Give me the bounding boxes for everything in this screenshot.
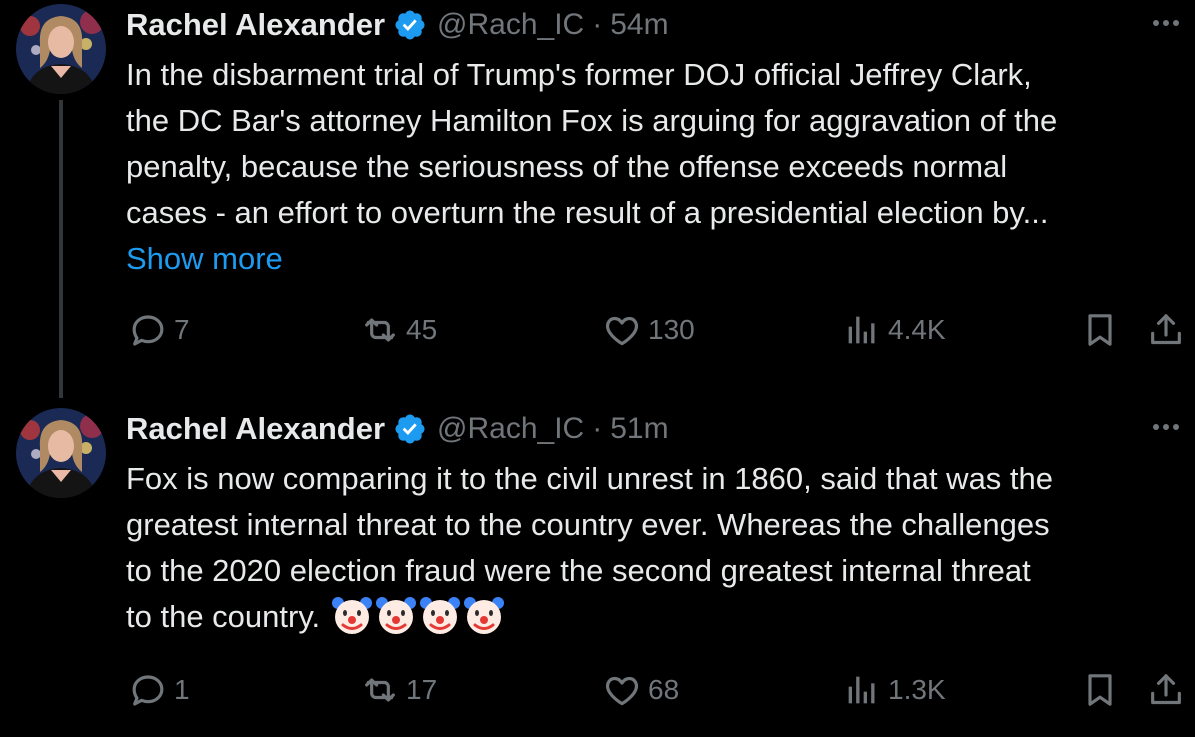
bookmark-icon [1080, 310, 1120, 350]
tweet[interactable]: Rachel Alexander @Rach_IC · 51m Fox is n… [0, 400, 1195, 737]
repost-icon [360, 310, 400, 350]
more-icon[interactable] [1149, 8, 1183, 38]
action-bar: 7 45 130 4.4K [0, 308, 1195, 352]
avatar[interactable] [16, 4, 106, 94]
views-button[interactable]: 1.3K [842, 668, 946, 712]
author-name[interactable]: Rachel Alexander [126, 411, 385, 447]
author-name[interactable]: Rachel Alexander [126, 7, 385, 43]
reply-icon [128, 670, 168, 710]
views-icon [842, 310, 882, 350]
author-handle[interactable]: @Rach_IC [437, 412, 584, 446]
tweet-text-line: Fox is now comparing it to the civil unr… [126, 461, 1054, 496]
show-more-link[interactable]: Show more [126, 236, 1188, 282]
tweet-text-line: In the disbarment trial of Trump's forme… [126, 57, 1032, 92]
views-button[interactable]: 4.4K [842, 308, 946, 352]
tweet-text: Fox is now comparing it to the civil unr… [126, 456, 1188, 640]
tweet-text-line: greatest internal threat to the country … [126, 507, 1050, 542]
views-count: 1.3K [888, 674, 946, 705]
clown-face-icon [331, 594, 373, 636]
like-icon [602, 670, 642, 710]
bookmark-button[interactable] [1080, 308, 1120, 352]
tweet-text: In the disbarment trial of Trump's forme… [126, 52, 1188, 282]
meta-separator: · [592, 8, 603, 41]
like-icon [602, 310, 642, 350]
like-count: 68 [648, 674, 680, 705]
reply-button[interactable]: 7 [128, 308, 190, 352]
repost-icon [360, 670, 400, 710]
action-bar: 1 17 68 1.3K [0, 668, 1195, 712]
share-icon [1146, 310, 1186, 350]
clown-face-icon [375, 594, 417, 636]
like-button[interactable]: 68 [602, 668, 679, 712]
clown-face-icon [463, 594, 505, 636]
repost-button[interactable]: 45 [360, 308, 437, 352]
tweet-text-line: the DC Bar's attorney Hamilton Fox is ar… [126, 103, 1058, 138]
repost-count: 17 [406, 674, 438, 705]
tweet-time[interactable]: 51m [610, 412, 668, 446]
verified-badge-icon [393, 8, 427, 42]
share-icon [1146, 670, 1186, 710]
tweet-text-line: to the 2020 election fraud were the seco… [126, 553, 1031, 588]
clown-face-icon [419, 594, 461, 636]
repost-button[interactable]: 17 [360, 668, 437, 712]
tweet-header: Rachel Alexander @Rach_IC · 51m [126, 404, 669, 454]
tweet[interactable]: Rachel Alexander @Rach_IC · 54m In the d… [0, 0, 1195, 400]
reply-icon [128, 310, 168, 350]
tweet-header: Rachel Alexander @Rach_IC · 54m [126, 0, 669, 50]
like-count: 130 [648, 314, 695, 345]
views-count: 4.4K [888, 314, 946, 345]
author-handle[interactable]: @Rach_IC [437, 8, 584, 42]
like-button[interactable]: 130 [602, 308, 695, 352]
views-icon [842, 670, 882, 710]
reply-count: 7 [174, 314, 190, 345]
tweet-text-line: penalty, because the seriousness of the … [126, 149, 1008, 184]
more-icon[interactable] [1149, 412, 1183, 442]
bookmark-icon [1080, 670, 1120, 710]
meta-separator: · [592, 412, 603, 445]
tweet-text-line: cases - an effort to overturn the result… [126, 195, 1049, 230]
tweet-text-line: to the country. [126, 594, 1188, 640]
reply-button[interactable]: 1 [128, 668, 190, 712]
share-button[interactable] [1146, 308, 1186, 352]
thread-connector [59, 100, 63, 398]
avatar[interactable] [16, 408, 106, 498]
share-button[interactable] [1146, 668, 1186, 712]
reply-count: 1 [174, 674, 190, 705]
tweet-time[interactable]: 54m [610, 8, 668, 42]
tweet-text-segment: to the country. [126, 599, 321, 634]
bookmark-button[interactable] [1080, 668, 1120, 712]
verified-badge-icon [393, 412, 427, 446]
repost-count: 45 [406, 314, 438, 345]
